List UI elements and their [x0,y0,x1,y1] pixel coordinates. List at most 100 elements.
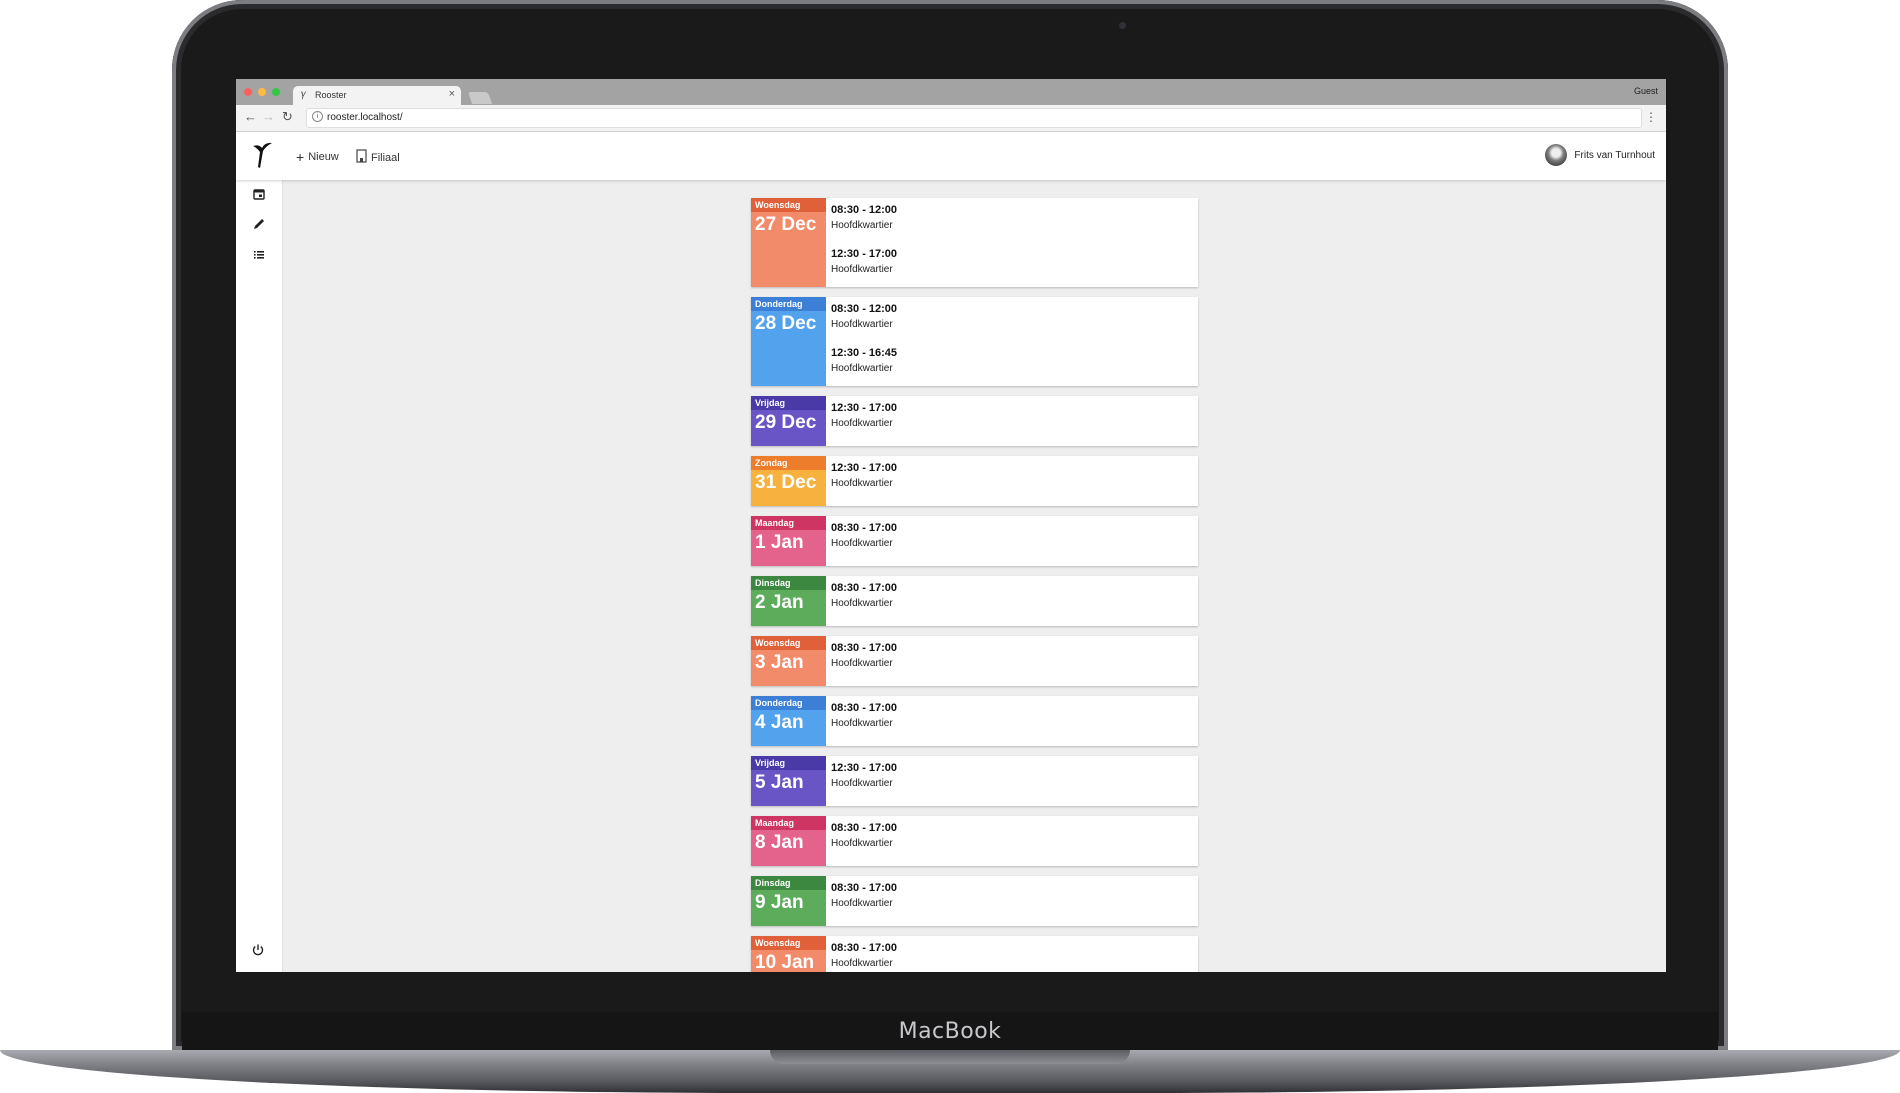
logout-button[interactable] [251,943,265,962]
shift-list: 08:30 - 17:00 Hoofdkwartier [826,576,897,626]
shift-item[interactable]: 12:30 - 17:00 Hoofdkwartier [831,460,897,504]
shift-item[interactable]: 12:30 - 16:45 Hoofdkwartier [831,345,897,389]
shift-item[interactable]: 08:30 - 17:00 Hoofdkwartier [831,940,897,972]
date-block: Vrijdag 5 Jan [751,756,826,806]
shift-location: Hoofdkwartier [831,538,893,549]
date-label: 27 Dec [755,214,817,235]
laptop-bezel: MacBook [182,1012,1718,1050]
weekday-label: Maandag [751,516,826,530]
shift-item[interactable]: 08:30 - 12:00 Hoofdkwartier [831,202,897,246]
weekday-label: Dinsdag [751,876,826,890]
window-close-button[interactable] [244,88,252,96]
camera [1119,22,1126,29]
schedule-card[interactable]: Donderdag 28 Dec 08:30 - 12:00 Hoofdkwartie… [751,297,1198,386]
schedule-card[interactable]: Maandag 1 Jan 08:30 - 17:00 Hoofdkwartier [751,516,1198,566]
window-maximize-button[interactable] [272,88,280,96]
tab-close-icon[interactable]: × [449,88,455,100]
schedule-card[interactable]: Donderdag 4 Jan 08:30 - 17:00 Hoofdkwartier [751,696,1198,746]
sidebar-item-calendar[interactable] [251,186,267,202]
date-block: Dinsdag 2 Jan [751,576,826,626]
shift-item[interactable]: 08:30 - 17:00 Hoofdkwartier [831,640,897,684]
shift-location: Hoofdkwartier [831,478,893,489]
shift-location: Hoofdkwartier [831,220,893,231]
screen: 𝛾 Rooster × Guest ← → ↻ i rooster.localh… [236,79,1666,972]
shift-item[interactable]: 12:30 - 17:00 Hoofdkwartier [831,760,897,804]
shift-location: Hoofdkwartier [831,264,893,275]
schedule-card[interactable]: Woensdag 10 Jan 08:30 - 17:00 Hoofdkwartier [751,936,1198,972]
shift-location: Hoofdkwartier [831,958,893,969]
shift-list: 08:30 - 12:00 Hoofdkwartier 12:30 - 16:45 H… [826,297,897,386]
shift-item[interactable]: 08:30 - 17:00 Hoofdkwartier [831,820,897,864]
schedule-card[interactable]: Woensdag 27 Dec 08:30 - 12:00 Hoofdkwartier… [751,198,1198,287]
new-button-label: Nieuw [308,151,339,163]
browser-tab[interactable]: 𝛾 Rooster × [293,86,461,105]
shift-location: Hoofdkwartier [831,319,893,330]
date-block: Dinsdag 9 Jan [751,876,826,926]
sidebar [236,180,283,972]
shift-item[interactable]: 08:30 - 17:00 Hoofdkwartier [831,700,897,744]
back-arrow-icon[interactable]: ← [244,109,257,124]
shift-time: 08:30 - 17:00 [831,582,898,594]
schedule-card[interactable]: Vrijdag 29 Dec 12:30 - 17:00 Hoofdkwartier [751,396,1198,446]
browser-menu-icon[interactable]: ⋮ [1645,110,1657,124]
weekday-label: Dinsdag [751,576,826,590]
shift-list: 12:30 - 17:00 Hoofdkwartier [826,456,897,506]
shift-item[interactable]: 08:30 - 17:00 Hoofdkwartier [831,580,897,624]
weekday-label: Woensdag [751,198,826,212]
schedule-card[interactable]: Maandag 8 Jan 08:30 - 17:00 Hoofdkwartier [751,816,1198,866]
shift-time: 08:30 - 17:00 [831,942,898,954]
shift-item[interactable]: 12:30 - 17:00 Hoofdkwartier [831,400,897,444]
app-logo-icon[interactable] [250,140,274,175]
date-label: 4 Jan [755,712,804,733]
date-label: 3 Jan [755,652,804,673]
date-block: Donderdag 28 Dec [751,297,826,386]
shift-item[interactable]: 08:30 - 17:00 Hoofdkwartier [831,880,897,924]
shift-location: Hoofdkwartier [831,898,893,909]
schedule-card[interactable]: Dinsdag 2 Jan 08:30 - 17:00 Hoofdkwartier [751,576,1198,626]
calendar-icon [253,189,265,200]
browser-tabbar: 𝛾 Rooster × Guest [236,79,1666,105]
shift-time: 08:30 - 17:00 [831,702,898,714]
browser-profile-label[interactable]: Guest [1634,86,1658,96]
shift-list: 08:30 - 17:00 Hoofdkwartier [826,816,897,866]
date-block: Woensdag 10 Jan [751,936,826,972]
date-block: Maandag 8 Jan [751,816,826,866]
shift-list: 08:30 - 17:00 Hoofdkwartier [826,696,897,746]
branch-button[interactable]: Filiaal [356,149,400,166]
shift-time: 08:30 - 17:00 [831,642,898,654]
address-bar[interactable]: i rooster.localhost/ [306,108,1642,128]
browser-toolbar: ← → ↻ i rooster.localhost/ ⋮ [236,105,1666,132]
forward-arrow-icon[interactable]: → [262,109,275,124]
user-menu[interactable]: Frits van Turnhout [1545,144,1655,166]
new-button[interactable]: + Nieuw [296,149,339,165]
schedule-card[interactable]: Woensdag 3 Jan 08:30 - 17:00 Hoofdkwartier [751,636,1198,686]
schedule-card[interactable]: Dinsdag 9 Jan 08:30 - 17:00 Hoofdkwartier [751,876,1198,926]
pencil-icon [254,219,264,229]
date-block: Woensdag 3 Jan [751,636,826,686]
building-icon [356,149,367,166]
sidebar-item-list[interactable] [251,246,267,262]
shift-list: 12:30 - 17:00 Hoofdkwartier [826,756,897,806]
reload-icon[interactable]: ↻ [282,109,293,125]
shift-time: 12:30 - 17:00 [831,462,898,474]
avatar [1545,144,1568,166]
sidebar-item-edit[interactable] [251,216,267,232]
new-tab-button[interactable] [467,92,493,104]
shift-item[interactable]: 12:30 - 17:00 Hoofdkwartier [831,246,897,290]
window-minimize-button[interactable] [258,88,266,96]
date-block: Vrijdag 29 Dec [751,396,826,446]
schedule-list: Woensdag 27 Dec 08:30 - 12:00 Hoofdkwartier… [282,180,1666,972]
weekday-label: Woensdag [751,636,826,650]
shift-item[interactable]: 08:30 - 12:00 Hoofdkwartier [831,301,897,345]
shift-time: 12:30 - 17:00 [831,762,898,774]
shift-location: Hoofdkwartier [831,778,893,789]
shift-item[interactable]: 08:30 - 17:00 Hoofdkwartier [831,520,897,564]
info-icon[interactable]: i [312,111,323,122]
tab-title: Rooster [315,90,347,100]
shift-list: 08:30 - 17:00 Hoofdkwartier [826,876,897,926]
app-header: + Nieuw Filiaal Frits van Turnhout [236,132,1666,180]
schedule-card[interactable]: Vrijdag 5 Jan 12:30 - 17:00 Hoofdkwartier [751,756,1198,806]
schedule-card[interactable]: Zondag 31 Dec 12:30 - 17:00 Hoofdkwartier [751,456,1198,506]
date-label: 10 Jan [755,952,815,972]
shift-time: 08:30 - 17:00 [831,522,898,534]
